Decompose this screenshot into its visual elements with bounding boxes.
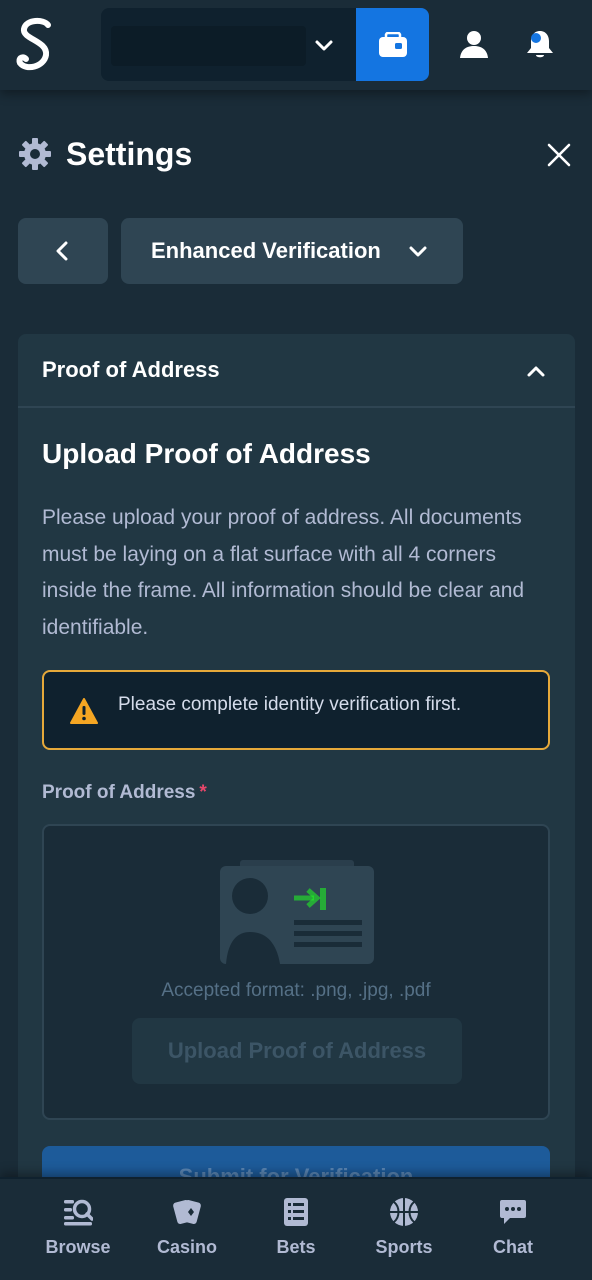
page-title: Settings: [66, 135, 193, 172]
upload-title: Upload Proof of Address: [42, 438, 371, 469]
upload-button[interactable]: Upload Proof of Address: [132, 1018, 462, 1084]
card-header-toggle[interactable]: Proof of Address: [18, 334, 575, 408]
nav-bets[interactable]: Bets: [246, 1197, 346, 1269]
chevron-left-icon: [56, 241, 68, 261]
nav-sports[interactable]: Sports: [354, 1197, 454, 1269]
browse-search-icon: [64, 1199, 93, 1226]
stake-logo-icon[interactable]: [12, 12, 60, 78]
balance-value: [111, 26, 306, 66]
top-bar: [0, 0, 592, 90]
nav-label: Browse: [45, 1237, 111, 1257]
close-button[interactable]: [541, 137, 577, 173]
chevron-up-icon: [527, 366, 545, 377]
file-dropzone[interactable]: Accepted format: .png, .jpg, .pdf Upload…: [42, 824, 550, 1120]
chevron-down-icon: [409, 246, 427, 257]
cards-icon: [173, 1199, 201, 1225]
bell-icon: [527, 31, 553, 58]
section-select-label: Enhanced Verification: [151, 238, 381, 263]
accepted-format-text: Accepted format: .png, .jpg, .pdf: [161, 980, 431, 1001]
upload-description: Please upload your proof of address. All…: [42, 506, 525, 639]
warning-text: Please complete identity verification fi…: [118, 694, 462, 715]
nav-browse[interactable]: Browse: [28, 1197, 128, 1269]
nav-label: Bets: [276, 1237, 316, 1257]
document-upload-icon: [220, 860, 374, 964]
user-icon: [460, 31, 488, 58]
close-icon: [547, 143, 571, 167]
warning-icon: [70, 698, 98, 724]
basketball-icon: [390, 1198, 418, 1226]
nav-casino[interactable]: Casino: [137, 1197, 237, 1269]
nav-label: Casino: [156, 1237, 217, 1257]
wallet-icon: [378, 31, 407, 57]
card-header-title: Proof of Address: [42, 357, 220, 382]
nav-label: Sports: [375, 1237, 433, 1257]
chat-icon: [500, 1200, 526, 1224]
nav-label: Chat: [493, 1237, 533, 1257]
settings-header: Settings: [18, 132, 192, 176]
nav-chat[interactable]: Chat: [463, 1197, 563, 1269]
bottom-navigation: Browse Casino Bets Sports Chat: [0, 1177, 592, 1280]
warning-alert: Please complete identity verification fi…: [42, 670, 550, 750]
required-marker: *: [199, 782, 207, 803]
proof-of-address-label: Proof of Address *: [42, 782, 207, 804]
chevron-down-icon: [315, 40, 333, 51]
user-profile-button[interactable]: [452, 22, 496, 66]
notifications-button[interactable]: [518, 22, 562, 66]
balance-selector[interactable]: [101, 8, 357, 81]
wallet-button[interactable]: [356, 8, 429, 81]
bets-list-icon: [284, 1198, 308, 1226]
back-button[interactable]: [18, 218, 108, 284]
gear-icon: [19, 138, 51, 170]
proof-of-address-card: Proof of Address Upload Proof of Address…: [18, 334, 575, 1234]
verification-section-dropdown[interactable]: Enhanced Verification: [121, 218, 463, 284]
field-label-text: Proof of Address: [42, 782, 196, 803]
